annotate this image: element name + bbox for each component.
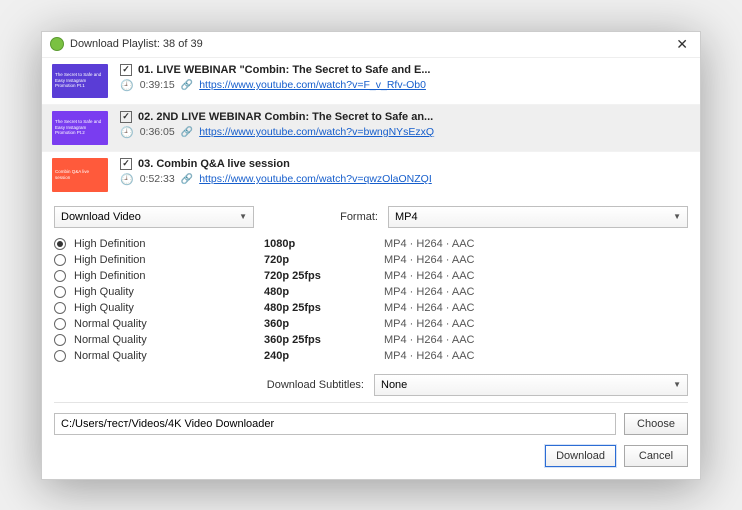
checkbox[interactable]: ✓ (120, 158, 132, 170)
radio-icon[interactable] (54, 334, 66, 346)
quality-codec: MP4 · H264 · AAC (384, 238, 474, 250)
video-duration: 0:36:05 (140, 126, 175, 138)
playlist-row[interactable]: The Secret to Safe and Easy Instagram Pr… (42, 58, 700, 105)
radio-icon[interactable] (54, 350, 66, 362)
video-thumbnail: Combin Q&A live session (52, 158, 108, 192)
clock-icon: 🕘 (120, 126, 134, 139)
quality-label: High Quality (74, 302, 264, 314)
app-icon (50, 37, 64, 51)
checkbox[interactable]: ✓ (120, 111, 132, 123)
video-title: 03. Combin Q&A live session (138, 158, 290, 170)
checkbox[interactable]: ✓ (120, 64, 132, 76)
quality-resolution: 360p 25fps (264, 334, 384, 346)
thumbnail-text: The Secret to Safe and Easy Instagram Pr… (55, 119, 105, 135)
video-url[interactable]: https://www.youtube.com/watch?v=qwzOlaON… (199, 173, 432, 185)
video-url[interactable]: https://www.youtube.com/watch?v=F_v_Rfv-… (199, 79, 426, 91)
quality-resolution: 720p (264, 254, 384, 266)
quality-resolution: 720p 25fps (264, 270, 384, 282)
quality-option[interactable]: High Quality 480p MP4 · H264 · AAC (54, 284, 688, 300)
quality-option[interactable]: Normal Quality 360p MP4 · H264 · AAC (54, 316, 688, 332)
quality-label: High Quality (74, 286, 264, 298)
row-content: ✓ 03. Combin Q&A live session 🕘 0:52:33 … (120, 158, 690, 192)
link-icon: 🔗 (181, 80, 193, 91)
divider (54, 402, 688, 403)
row-content: ✓ 02. 2ND LIVE WEBINAR Combin: The Secre… (120, 111, 690, 145)
chevron-down-icon: ▼ (239, 212, 247, 221)
subtitles-value: None (381, 379, 407, 391)
chevron-down-icon: ▼ (673, 380, 681, 389)
controls-panel: Download Video ▼ Format: MP4 ▼ High Defi… (42, 198, 700, 479)
link-icon: 🔗 (181, 174, 193, 185)
video-title: 01. LIVE WEBINAR "Combin: The Secret to … (138, 64, 430, 76)
video-url[interactable]: https://www.youtube.com/watch?v=bwngNYsE… (199, 126, 434, 138)
quality-resolution: 1080p (264, 238, 384, 250)
quality-resolution: 240p (264, 350, 384, 362)
quality-label: Normal Quality (74, 318, 264, 330)
quality-codec: MP4 · H264 · AAC (384, 318, 474, 330)
cancel-button[interactable]: Cancel (624, 445, 688, 467)
download-mode-select[interactable]: Download Video ▼ (54, 206, 254, 228)
subtitles-label: Download Subtitles: (54, 379, 364, 391)
video-thumbnail: The Secret to Safe and Easy Instagram Pr… (52, 111, 108, 145)
quality-option[interactable]: High Definition 720p 25fps MP4 · H264 · … (54, 268, 688, 284)
playlist-row[interactable]: The Secret to Safe and Easy Instagram Pr… (42, 105, 700, 152)
quality-option[interactable]: High Definition 1080p MP4 · H264 · AAC (54, 236, 688, 252)
row-content: ✓ 01. LIVE WEBINAR "Combin: The Secret t… (120, 64, 690, 98)
playlist: The Secret to Safe and Easy Instagram Pr… (42, 58, 700, 198)
clock-icon: 🕘 (120, 79, 134, 92)
thumbnail-text: Combin Q&A live session (55, 169, 105, 180)
radio-icon[interactable] (54, 270, 66, 282)
quality-option[interactable]: High Quality 480p 25fps MP4 · H264 · AAC (54, 300, 688, 316)
format-label: Format: (340, 211, 378, 223)
radio-icon[interactable] (54, 254, 66, 266)
quality-label: High Definition (74, 270, 264, 282)
format-value: MP4 (395, 211, 418, 223)
video-duration: 0:39:15 (140, 79, 175, 91)
quality-resolution: 480p 25fps (264, 302, 384, 314)
quality-resolution: 480p (264, 286, 384, 298)
thumbnail-text: The Secret to Safe and Easy Instagram Pr… (55, 72, 105, 88)
quality-codec: MP4 · H264 · AAC (384, 302, 474, 314)
quality-codec: MP4 · H264 · AAC (384, 270, 474, 282)
quality-option[interactable]: Normal Quality 240p MP4 · H264 · AAC (54, 348, 688, 364)
save-path-input[interactable] (54, 413, 616, 435)
radio-icon[interactable] (54, 286, 66, 298)
close-icon[interactable]: ✕ (672, 36, 692, 53)
download-button[interactable]: Download (545, 445, 616, 467)
download-playlist-window: Download Playlist: 38 of 39 ✕ The Secret… (41, 31, 701, 480)
quality-label: Normal Quality (74, 350, 264, 362)
quality-codec: MP4 · H264 · AAC (384, 334, 474, 346)
clock-icon: 🕘 (120, 173, 134, 186)
download-mode-value: Download Video (61, 211, 141, 223)
quality-option[interactable]: High Definition 720p MP4 · H264 · AAC (54, 252, 688, 268)
radio-icon[interactable] (54, 238, 66, 250)
window-title: Download Playlist: 38 of 39 (70, 38, 203, 50)
subtitles-select[interactable]: None ▼ (374, 374, 688, 396)
quality-codec: MP4 · H264 · AAC (384, 350, 474, 362)
radio-icon[interactable] (54, 318, 66, 330)
video-title: 02. 2ND LIVE WEBINAR Combin: The Secret … (138, 111, 433, 123)
quality-list: High Definition 1080p MP4 · H264 · AAC H… (54, 236, 688, 364)
choose-button[interactable]: Choose (624, 413, 688, 435)
quality-label: High Definition (74, 254, 264, 266)
quality-resolution: 360p (264, 318, 384, 330)
quality-codec: MP4 · H264 · AAC (384, 286, 474, 298)
video-thumbnail: The Secret to Safe and Easy Instagram Pr… (52, 64, 108, 98)
format-select[interactable]: MP4 ▼ (388, 206, 688, 228)
radio-icon[interactable] (54, 302, 66, 314)
quality-option[interactable]: Normal Quality 360p 25fps MP4 · H264 · A… (54, 332, 688, 348)
video-duration: 0:52:33 (140, 173, 175, 185)
chevron-down-icon: ▼ (673, 212, 681, 221)
link-icon: 🔗 (181, 127, 193, 138)
playlist-row[interactable]: Combin Q&A live session ✓ 03. Combin Q&A… (42, 152, 700, 198)
titlebar: Download Playlist: 38 of 39 ✕ (42, 32, 700, 58)
quality-label: High Definition (74, 238, 264, 250)
quality-label: Normal Quality (74, 334, 264, 346)
quality-codec: MP4 · H264 · AAC (384, 254, 474, 266)
